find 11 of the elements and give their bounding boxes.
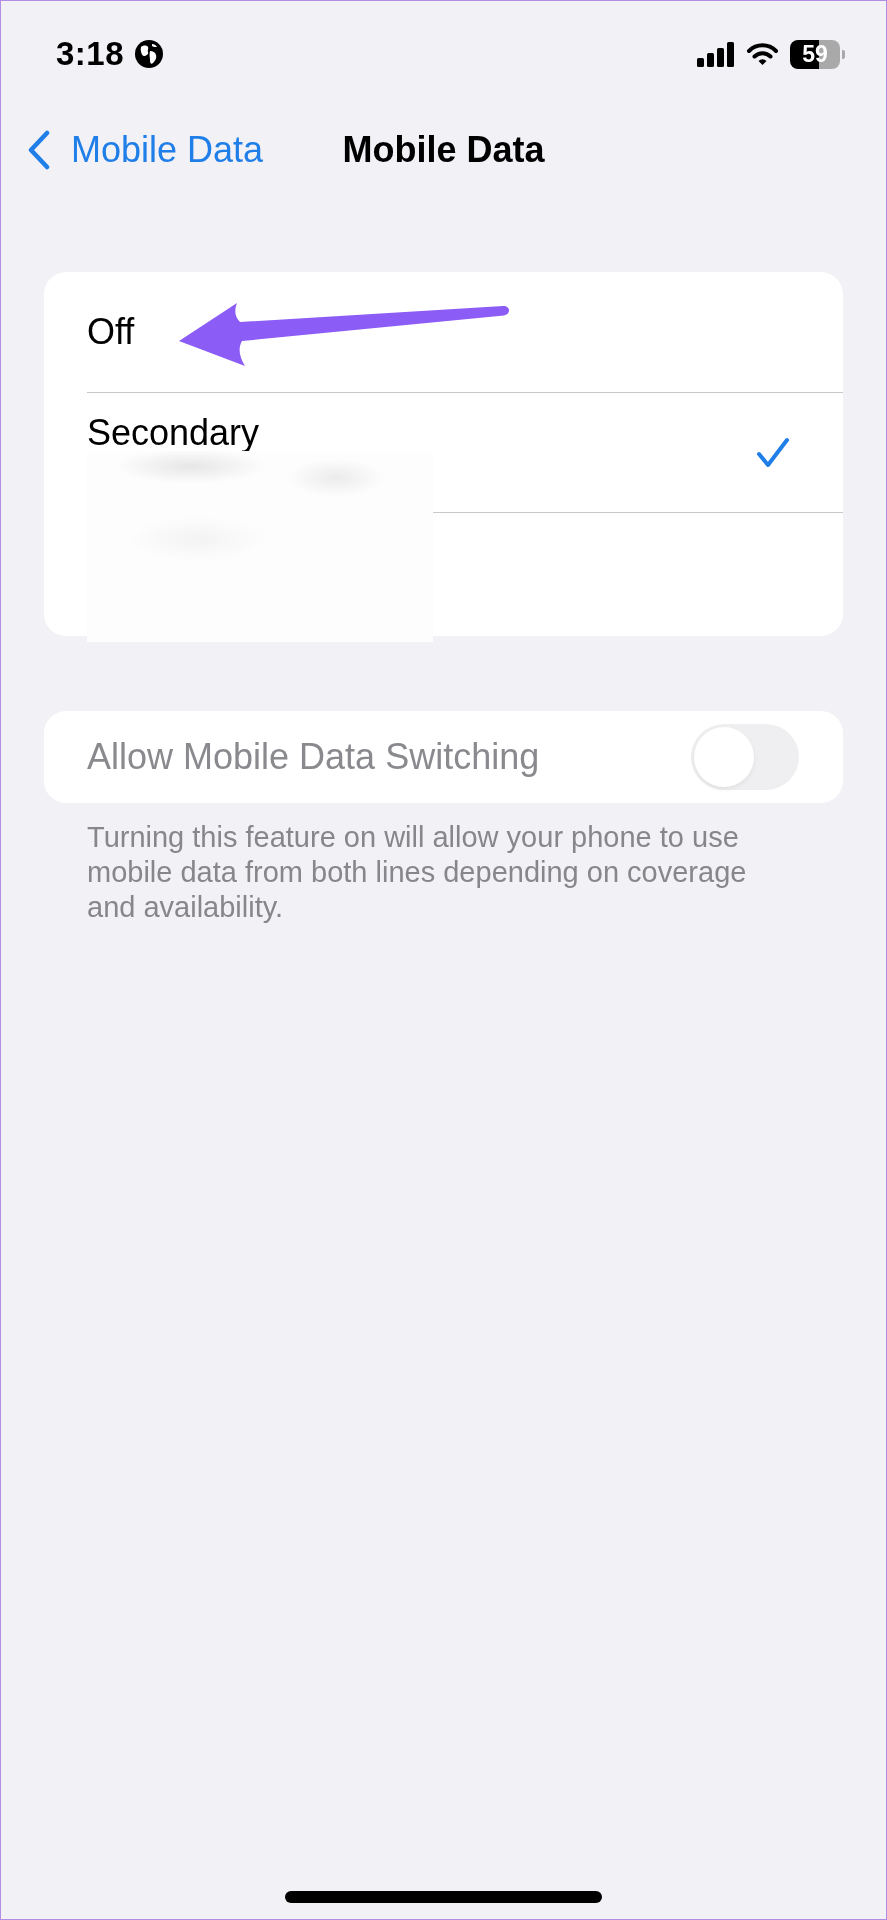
option-row[interactable]: Secondary [87,393,843,642]
checkmark-icon [756,437,790,468]
status-time: 3:18 [56,35,125,73]
globe-icon [135,40,164,68]
page-title: Mobile Data [342,129,545,171]
setting-label: Allow Mobile Data Switching [87,736,540,778]
signal-icon [697,41,735,67]
back-button[interactable]: Mobile Data [1,129,264,171]
wifi-icon [746,42,779,66]
description-text: Turning this feature on will allow your phone to use mobile data from both lines depending on coverage and availability. [86,820,748,925]
chevron-left-icon [28,130,50,170]
